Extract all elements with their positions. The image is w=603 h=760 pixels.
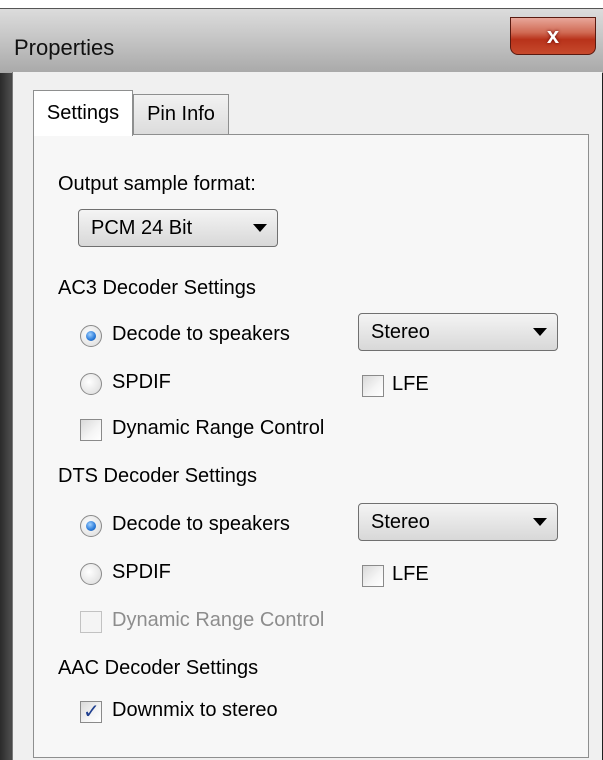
close-icon: x	[546, 23, 560, 48]
output-format-select[interactable]: PCM 24 Bit	[78, 209, 278, 247]
aac-downmix-label[interactable]: Downmix to stereo	[112, 699, 278, 722]
aac-downmix-checkbox[interactable]: ✓	[80, 701, 102, 723]
dts-spdif-radio[interactable]	[80, 563, 102, 585]
ac3-decode-radio[interactable]	[80, 325, 102, 347]
settings-panel: Output sample format: PCM 24 Bit AC3 Dec…	[33, 134, 589, 758]
checkmark-icon: ✓	[83, 701, 100, 723]
title-bar[interactable]: Properties x	[0, 8, 603, 73]
dts-speaker-select[interactable]: Stereo	[358, 503, 558, 541]
ac3-decode-label[interactable]: Decode to speakers	[112, 323, 290, 346]
ac3-speaker-select[interactable]: Stereo	[358, 313, 558, 351]
ac3-spdif-radio[interactable]	[80, 373, 102, 395]
ac3-drc-label[interactable]: Dynamic Range Control	[112, 417, 324, 440]
chevron-down-icon	[533, 328, 547, 336]
chevron-down-icon	[533, 518, 547, 526]
dts-decode-label[interactable]: Decode to speakers	[112, 513, 290, 536]
dts-decode-radio[interactable]	[80, 515, 102, 537]
dts-drc-label: Dynamic Range Control	[112, 609, 325, 631]
dialog-body: Settings Pin Info Output sample format: …	[12, 72, 602, 760]
dts-speaker-value: Stereo	[371, 510, 430, 533]
tab-pin-info-label: Pin Info	[147, 103, 215, 125]
output-format-label: Output sample format:	[58, 173, 256, 195]
output-format-value: PCM 24 Bit	[91, 216, 193, 239]
tab-settings[interactable]: Settings	[33, 90, 133, 136]
ac3-lfe-label[interactable]: LFE	[392, 373, 429, 396]
dts-drc-checkbox	[80, 611, 102, 633]
ac3-speaker-value: Stereo	[371, 320, 430, 343]
aac-heading: AAC Decoder Settings	[58, 657, 259, 679]
dts-heading: DTS Decoder Settings	[58, 465, 257, 487]
chevron-down-icon	[253, 224, 267, 232]
tab-settings-label: Settings	[46, 102, 120, 124]
dts-lfe-checkbox[interactable]	[362, 565, 384, 587]
ac3-lfe-checkbox[interactable]	[362, 375, 384, 397]
window-title: Properties	[14, 35, 115, 60]
tab-pin-info[interactable]: Pin Info	[133, 94, 229, 134]
top-strip	[0, 0, 603, 8]
dts-lfe-label[interactable]: LFE	[392, 563, 429, 586]
ac3-heading: AC3 Decoder Settings	[58, 277, 256, 299]
dts-spdif-label[interactable]: SPDIF	[112, 561, 171, 584]
ac3-spdif-label[interactable]: SPDIF	[112, 371, 171, 394]
properties-window: Properties x Settings Pin Info Output sa…	[0, 0, 603, 760]
ac3-drc-checkbox[interactable]	[80, 419, 102, 441]
close-button[interactable]: x	[510, 17, 596, 55]
